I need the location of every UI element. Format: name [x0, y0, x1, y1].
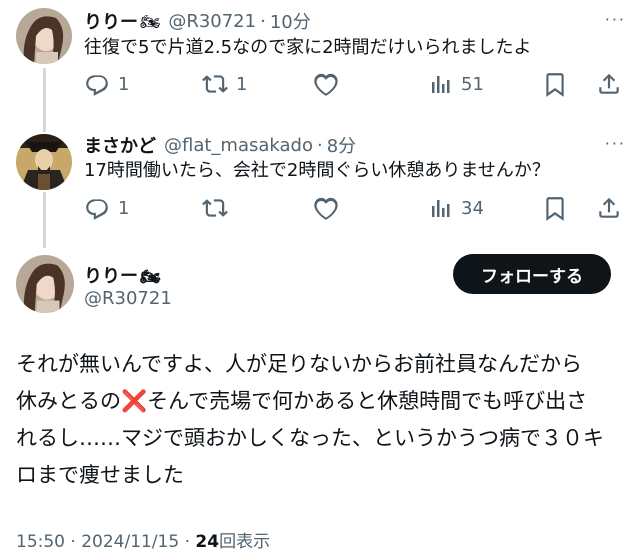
avatar[interactable] [16, 134, 72, 190]
action-bar: 1 34 [84, 192, 624, 224]
reply-button[interactable]: 1 [84, 192, 129, 224]
motorcycle-icon: 🏍 [140, 11, 161, 31]
like-icon [314, 73, 338, 96]
avatar[interactable] [16, 8, 72, 64]
text-line: それが無いんですよ、人が足りないからお前社員なんだから [16, 352, 582, 376]
repost-count: 1 [236, 73, 248, 95]
text-line: 休みとるの❌そんで売場で何かあると休憩時間でも呼び出さ [16, 383, 626, 420]
reply-button[interactable]: 1 [84, 68, 129, 100]
views-label: 回表示 [219, 532, 271, 552]
repost-button[interactable] [202, 192, 236, 224]
tweet-metadata: 15:50 · 2024/11/15 · 24回表示 [16, 527, 270, 552]
user-handle[interactable]: @R30721 [168, 11, 256, 32]
more-icon[interactable]: ··· [605, 134, 626, 153]
separator-dot: · [316, 134, 323, 156]
share-button[interactable] [596, 68, 622, 100]
follow-button[interactable]: フォローする [453, 254, 611, 294]
display-name[interactable]: りりー [84, 8, 138, 34]
tweet-time[interactable]: 10分 [270, 8, 311, 34]
action-bar: 1 1 51 [84, 68, 624, 100]
display-name[interactable]: まさかど [84, 132, 156, 158]
bookmark-icon [546, 197, 564, 221]
repost-icon [202, 199, 228, 217]
reply-icon [86, 75, 108, 96]
reply-count: 1 [118, 73, 130, 95]
separator-dot: · [260, 10, 266, 32]
share-icon [599, 73, 619, 94]
bookmark-button[interactable] [542, 68, 568, 100]
views-count: 34 [461, 197, 484, 219]
like-icon [314, 197, 338, 220]
tweet-text: 往復で5で片道2.5なので家に2時間だけいられましたよ [84, 37, 532, 58]
user-handle[interactable]: @R30721 [84, 288, 172, 309]
repost-button[interactable]: 1 [202, 68, 247, 100]
views-button[interactable]: 34 [429, 192, 484, 224]
bookmark-icon [546, 73, 564, 97]
reply-icon [86, 199, 108, 220]
bookmark-button[interactable] [542, 192, 568, 224]
views-icon [432, 200, 450, 217]
reply-count: 1 [118, 197, 130, 219]
motorcycle-icon: 🏍 [140, 267, 161, 286]
tweet-text: 17時間働いたら、会社で2時間ぐらい休憩ありませんか？ [84, 160, 550, 181]
like-button[interactable] [313, 68, 347, 100]
text-line: れるし……マジで頭おかしくなった、というかうつ病で３０キ [16, 426, 604, 450]
tweet-header: りりー 🏍 @R30721 · 10分 [84, 8, 311, 34]
views-button[interactable]: 51 [429, 68, 484, 100]
reply-tweet-2[interactable]: まさかど @flat_masakado · 8分 ··· 17時間働いたら、会社… [0, 124, 640, 242]
like-button[interactable] [313, 192, 347, 224]
display-name-text: りりー [84, 266, 138, 287]
share-button[interactable] [596, 192, 622, 224]
views-count: 51 [461, 73, 484, 95]
user-handle[interactable]: @flat_masakado [164, 135, 313, 156]
reply-tweet-1[interactable]: りりー 🏍 @R30721 · 10分 ··· 往復で5で片道2.5なので家に2… [0, 0, 640, 118]
tweet-time[interactable]: 8分 [327, 132, 356, 158]
more-icon[interactable]: ··· [605, 10, 626, 29]
text-segment: 休みとるの [16, 389, 121, 413]
repost-icon [202, 75, 228, 93]
text-segment: そんで売場で何かあると休憩時間でも呼び出さ [147, 389, 588, 413]
view-count: 24 [195, 532, 220, 552]
timestamp[interactable]: 15:50 · 2024/11/15 · [16, 532, 195, 552]
cross-mark-icon: ❌ [121, 389, 148, 413]
text-line: ロまで痩せました [16, 463, 184, 487]
views-icon [432, 76, 450, 93]
tweet-header: まさかど @flat_masakado · 8分 [84, 132, 356, 158]
display-name[interactable]: りりー 🏍 [84, 262, 168, 288]
tweet-text: それが無いんですよ、人が足りないからお前社員なんだから 休みとるの❌そんで売場で… [16, 346, 626, 494]
avatar[interactable] [16, 255, 74, 313]
share-icon [599, 197, 619, 218]
